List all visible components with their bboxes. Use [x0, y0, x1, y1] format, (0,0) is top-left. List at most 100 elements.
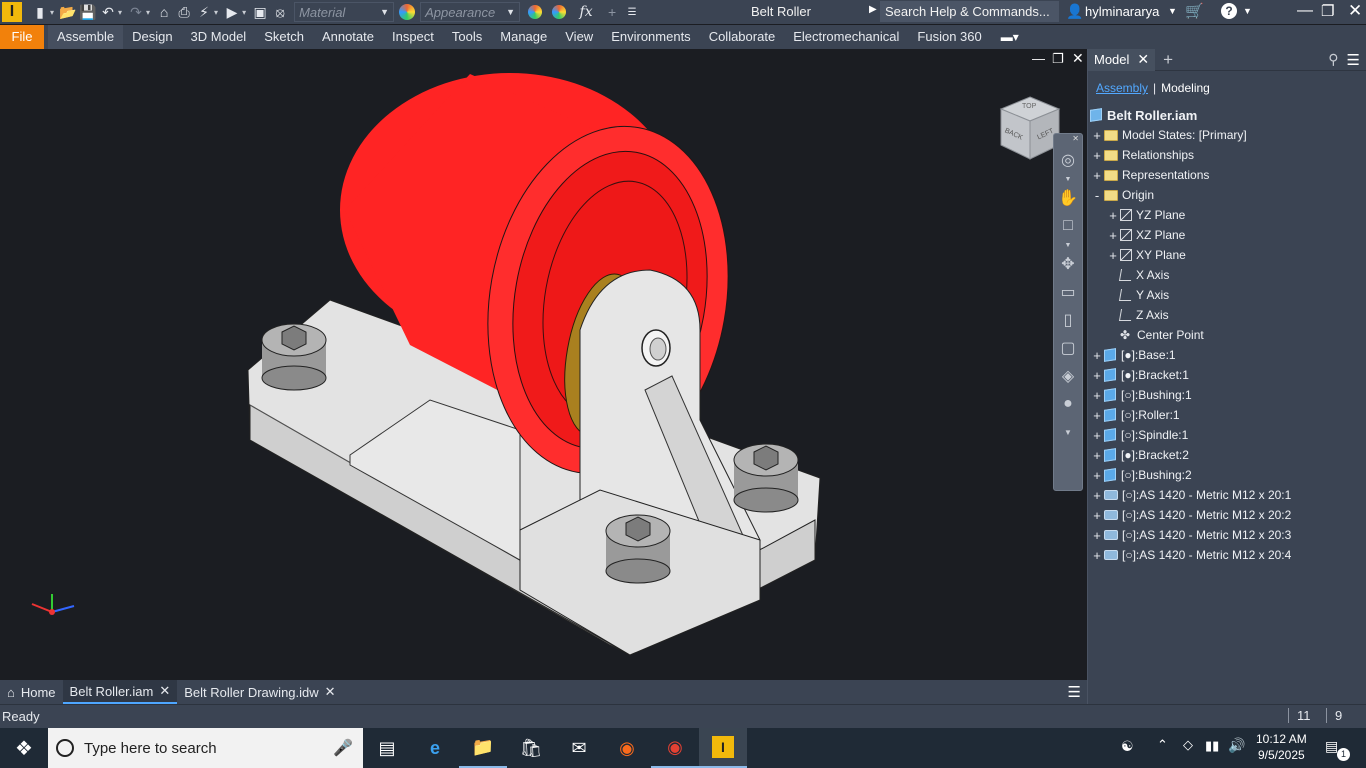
- battery-icon[interactable]: ▮▮: [1205, 738, 1219, 754]
- start-icon[interactable]: ❖: [0, 728, 48, 768]
- tab-annotate[interactable]: Annotate: [313, 25, 383, 49]
- edge-icon[interactable]: e: [411, 728, 459, 768]
- view-cube[interactable]: TOP BACK LEFT: [999, 95, 1061, 161]
- subtab-assembly[interactable]: Assembly: [1096, 81, 1148, 95]
- expand-icon[interactable]: +: [1090, 388, 1104, 403]
- tab-collaborate[interactable]: Collaborate: [700, 25, 785, 49]
- tab-3d-model[interactable]: 3D Model: [182, 25, 256, 49]
- expand-icon[interactable]: +: [1090, 128, 1104, 143]
- material-dropdown[interactable]: Material ▼: [294, 2, 395, 22]
- clear-appearance-icon[interactable]: [552, 5, 567, 19]
- task-view-icon[interactable]: ▤: [363, 728, 411, 768]
- navbar-close-icon[interactable]: ✕: [1054, 134, 1082, 146]
- chevron-down-icon[interactable]: ▼: [1054, 240, 1082, 250]
- search-icon[interactable]: ⚲: [1328, 51, 1338, 68]
- expand-icon[interactable]: +: [1090, 448, 1104, 463]
- expand-icon[interactable]: +: [1106, 208, 1120, 223]
- tree-item[interactable]: + [○]:AS 1420 - Metric M12 x 20:3: [1088, 525, 1366, 545]
- tab-view[interactable]: View: [556, 25, 602, 49]
- tree-item[interactable]: + [○]:Spindle:1: [1088, 425, 1366, 445]
- home-icon[interactable]: ⌂: [154, 1, 174, 23]
- expand-icon[interactable]: +: [1090, 468, 1104, 483]
- tree-item[interactable]: + [○]:AS 1420 - Metric M12 x 20:2: [1088, 505, 1366, 525]
- adjust-appearance-icon[interactable]: [528, 5, 543, 19]
- expand-icon[interactable]: +: [1090, 428, 1104, 443]
- orbit-icon[interactable]: ✥: [1054, 250, 1082, 278]
- bolt-2[interactable]: [733, 443, 799, 513]
- chevron-down-icon[interactable]: ▼: [1054, 174, 1082, 184]
- view-face-icon[interactable]: ▯: [1054, 306, 1082, 334]
- chevron-down-icon[interactable]: ▼: [1168, 6, 1177, 16]
- file-explorer-icon[interactable]: 📁: [459, 728, 507, 768]
- minimize-icon[interactable]: —: [1297, 2, 1313, 20]
- tree-item[interactable]: Y Axis: [1088, 285, 1366, 305]
- expand-icon[interactable]: +: [1090, 168, 1104, 183]
- model-canvas[interactable]: [0, 49, 1087, 680]
- close-icon[interactable]: ✕: [325, 684, 336, 700]
- color-wheel-icon[interactable]: [399, 4, 416, 20]
- tree-item[interactable]: X Axis: [1088, 265, 1366, 285]
- tree-item[interactable]: + [○]:Bushing:1: [1088, 385, 1366, 405]
- chrome-icon[interactable]: ◉: [651, 728, 699, 768]
- print-icon[interactable]: ⎙: [174, 1, 194, 23]
- firefox-icon[interactable]: ◉: [603, 728, 651, 768]
- tree-item[interactable]: + [●]:Bracket:2: [1088, 445, 1366, 465]
- tab-environments[interactable]: Environments: [602, 25, 699, 49]
- appearance-override-icon[interactable]: ⦻: [270, 1, 290, 23]
- expand-icon[interactable]: +: [1106, 228, 1120, 243]
- viewport-restore-icon[interactable]: ❐: [1052, 51, 1064, 67]
- subtab-modeling[interactable]: Modeling: [1161, 81, 1210, 95]
- walk-icon[interactable]: ◈: [1054, 362, 1082, 390]
- chevron-down-icon[interactable]: ▼: [1243, 6, 1252, 16]
- close-icon[interactable]: ✕: [1348, 1, 1362, 21]
- undo-icon[interactable]: ↶: [98, 1, 118, 23]
- tree-item[interactable]: + XZ Plane: [1088, 225, 1366, 245]
- select-icon[interactable]: ▶: [222, 1, 242, 23]
- update-icon[interactable]: ⚡: [194, 1, 214, 23]
- graphics-viewport[interactable]: TOP BACK LEFT — ❐ ✕: [0, 49, 1087, 680]
- tree-item[interactable]: Z Axis: [1088, 305, 1366, 325]
- user-icon[interactable]: 👤: [1066, 3, 1083, 20]
- viewport-close-icon[interactable]: ✕: [1072, 50, 1084, 67]
- tab-manage[interactable]: Manage: [491, 25, 556, 49]
- tab-inspect[interactable]: Inspect: [383, 25, 443, 49]
- store-icon[interactable]: 🛍: [507, 728, 555, 768]
- tab-assemble[interactable]: Assemble: [48, 25, 124, 49]
- menu-icon[interactable]: ☰: [1347, 51, 1360, 69]
- tree-item[interactable]: + [●]:Base:1: [1088, 345, 1366, 365]
- zoom-window-icon[interactable]: ▢: [1054, 334, 1082, 362]
- taskbar-search[interactable]: Type here to search 🎤: [48, 728, 363, 768]
- redo-icon[interactable]: ↷: [126, 1, 146, 23]
- tab-sketch[interactable]: Sketch: [255, 25, 313, 49]
- customize-qat-icon[interactable]: ☰: [622, 1, 642, 23]
- expand-icon[interactable]: +: [1090, 548, 1104, 563]
- navbar-options-icon[interactable]: ▼: [1054, 418, 1082, 446]
- look-icon[interactable]: ●: [1054, 390, 1082, 418]
- appearance-dropdown[interactable]: Appearance ▼: [420, 2, 521, 22]
- search-expand-icon[interactable]: ▶: [869, 4, 877, 15]
- doc-tab-home[interactable]: ⌂ Home: [0, 680, 63, 704]
- tree-item[interactable]: + Model States: [Primary]: [1088, 125, 1366, 145]
- tabs-menu-icon[interactable]: ☰: [1068, 683, 1081, 701]
- tab-tools[interactable]: Tools: [443, 25, 491, 49]
- show-hidden-icons[interactable]: ⌃: [1157, 737, 1168, 753]
- expand-icon[interactable]: +: [1090, 368, 1104, 383]
- expand-icon[interactable]: +: [1090, 488, 1104, 503]
- help-icon[interactable]: ?: [1221, 3, 1237, 19]
- tree-item[interactable]: ✤ Center Point: [1088, 325, 1366, 345]
- open-icon[interactable]: 📂: [58, 1, 78, 23]
- tree-item[interactable]: + YZ Plane: [1088, 205, 1366, 225]
- expand-icon[interactable]: +: [1090, 348, 1104, 363]
- close-icon[interactable]: ✕: [1137, 51, 1149, 68]
- tab-design[interactable]: Design: [123, 25, 181, 49]
- mail-icon[interactable]: ✉: [555, 728, 603, 768]
- pan-icon[interactable]: ✋: [1054, 184, 1082, 212]
- expand-icon[interactable]: +: [1090, 528, 1104, 543]
- collapse-icon[interactable]: -: [1090, 188, 1104, 203]
- people-icon[interactable]: ☯: [1121, 738, 1134, 755]
- doc-tab-belt-roller-drawing[interactable]: Belt Roller Drawing.idw ✕: [177, 680, 342, 704]
- viewport-minimize-icon[interactable]: —: [1032, 51, 1045, 66]
- parameters-icon[interactable]: fx: [576, 1, 596, 23]
- measure-icon[interactable]: ▣: [250, 1, 270, 23]
- tree-item[interactable]: + XY Plane: [1088, 245, 1366, 265]
